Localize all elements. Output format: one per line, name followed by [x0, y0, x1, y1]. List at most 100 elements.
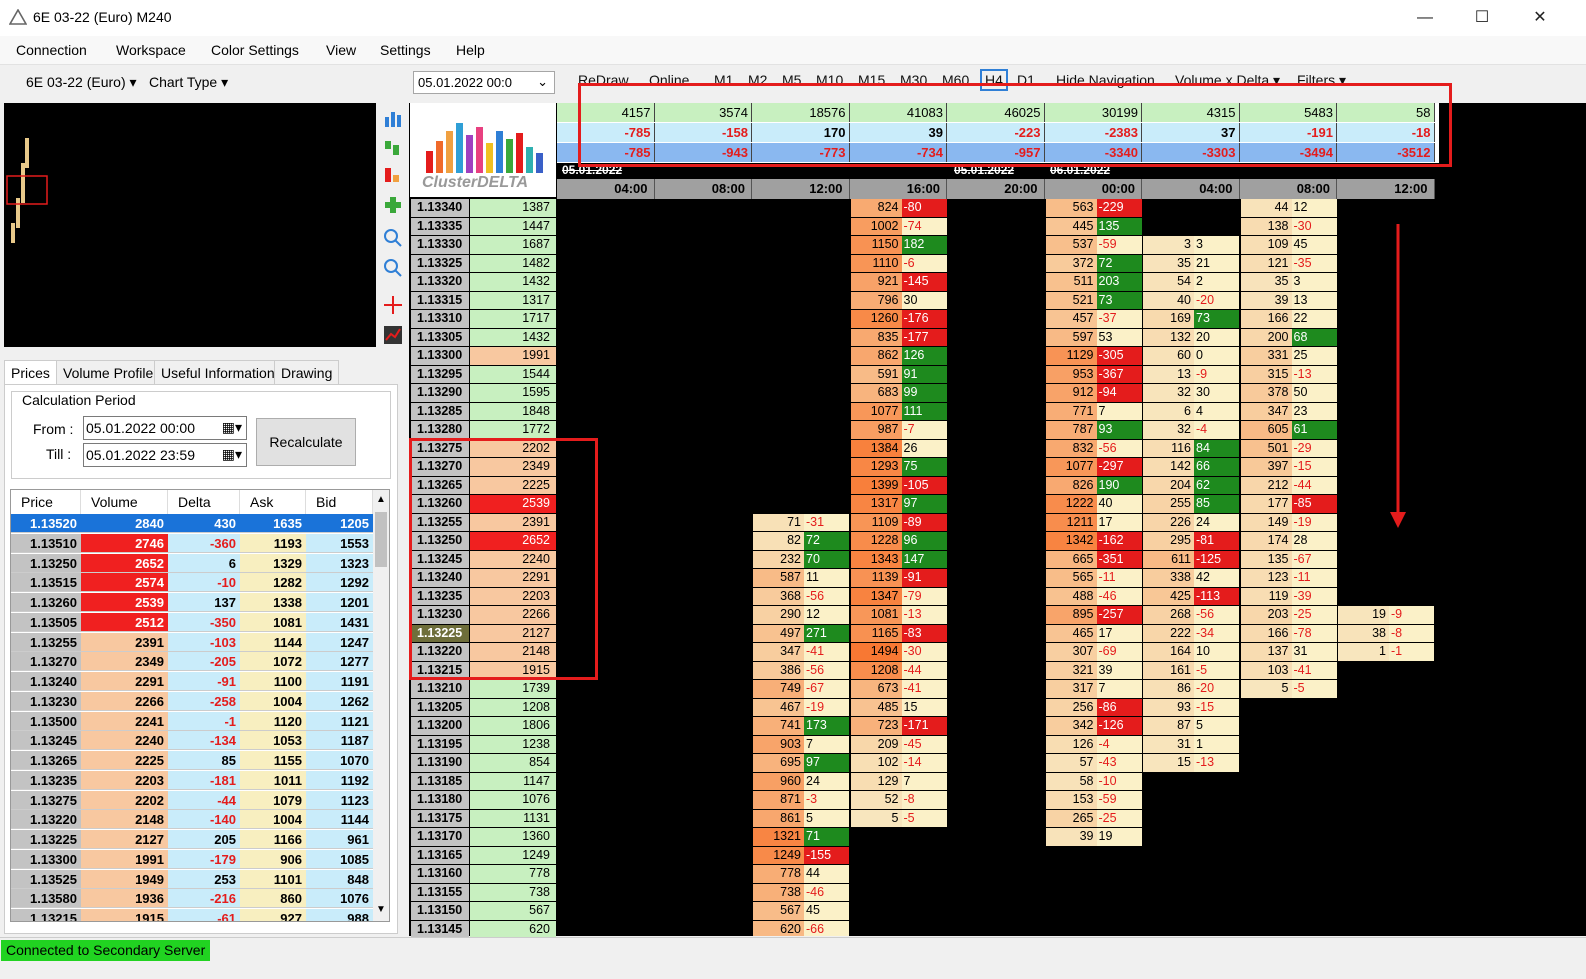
- footprint-cell[interactable]: 1129 -305: [1045, 347, 1142, 365]
- footprint-cell[interactable]: 835 -177: [850, 328, 947, 346]
- footprint-cell[interactable]: 93 -15: [1143, 698, 1239, 716]
- footprint-cell[interactable]: 5 -5: [1240, 680, 1337, 698]
- footprint-cell[interactable]: 71 -31: [753, 513, 849, 531]
- green-bars-icon[interactable]: [383, 137, 403, 157]
- table-row[interactable]: 1.13500 2241 -1 1120 1121: [11, 711, 373, 732]
- footprint-cell[interactable]: 665 -351: [1045, 550, 1142, 568]
- footprint-cell[interactable]: 372 72: [1045, 254, 1142, 272]
- footprint-cell[interactable]: 1150 182: [850, 236, 947, 254]
- footprint-cell[interactable]: 290 12: [753, 606, 849, 624]
- footprint-cell[interactable]: 605 61: [1240, 421, 1337, 439]
- footprint-cell[interactable]: 467 -19: [753, 698, 849, 716]
- table-row[interactable]: 1.13275 2202 -44 1079 1123: [11, 790, 373, 811]
- footprint-cell[interactable]: 166 -78: [1240, 624, 1337, 642]
- table-row[interactable]: 1.13580 1936 -216 860 1076: [11, 889, 373, 909]
- ladder-row[interactable]: 1.13205 1208: [409, 698, 557, 718]
- footprint-cell[interactable]: 86 -20: [1143, 680, 1239, 698]
- footprint-cell[interactable]: 203 -25: [1240, 606, 1337, 624]
- footprint-cell[interactable]: 425 -113: [1143, 587, 1239, 605]
- footprint-cell[interactable]: 587 11: [753, 569, 849, 587]
- footprint-cell[interactable]: 903 7: [753, 735, 849, 753]
- footprint-cell[interactable]: 741 173: [753, 717, 849, 735]
- footprint-cell[interactable]: 153 -59: [1045, 791, 1142, 809]
- footprint-cell[interactable]: 132 20: [1143, 328, 1239, 346]
- footprint-cell[interactable]: 204 62: [1143, 476, 1239, 494]
- footprint-cell[interactable]: 1222 40: [1045, 495, 1142, 513]
- tab-prices[interactable]: Prices: [4, 360, 57, 385]
- ladder-row[interactable]: 1.13200 1806: [409, 717, 557, 736]
- table-row[interactable]: 1.13270 2349 -205 1072 1277: [11, 652, 373, 672]
- footprint-cell[interactable]: 1249 -155: [753, 846, 849, 864]
- footprint-cell[interactable]: 137 31: [1240, 643, 1337, 661]
- ladder-row[interactable]: 1.13150 567: [409, 902, 557, 921]
- footprint-cell[interactable]: 567 45: [753, 902, 849, 920]
- ladder-row[interactable]: 1.13185 1147: [409, 772, 557, 792]
- footprint-cell[interactable]: 177 -85: [1240, 495, 1337, 513]
- ladder-row[interactable]: 1.13335 1447: [409, 217, 557, 237]
- zoom-in-icon[interactable]: [383, 228, 403, 248]
- footprint-cell[interactable]: 1110 -6: [850, 254, 947, 272]
- footprint-cell[interactable]: 342 -126: [1045, 717, 1142, 735]
- table-row[interactable]: 1.13515 2574 -10 1282 1292: [11, 573, 373, 593]
- footprint-cell[interactable]: 119 -39: [1240, 587, 1337, 605]
- footprint-cell[interactable]: 82 72: [753, 532, 849, 550]
- footprint-cell[interactable]: 87 5: [1143, 717, 1239, 735]
- footprint-cell[interactable]: 164 10: [1143, 643, 1239, 661]
- table-row[interactable]: 1.13255 2391 -103 1144 1247: [11, 632, 373, 653]
- footprint-cell[interactable]: 611 -125: [1143, 550, 1239, 568]
- footprint-cell[interactable]: 109 45: [1240, 236, 1337, 254]
- footprint-cell[interactable]: 15 -13: [1143, 754, 1239, 772]
- ladder-row[interactable]: 1.13165 1249: [409, 846, 557, 866]
- footprint-cell[interactable]: 255 85: [1143, 495, 1239, 513]
- table-row[interactable]: 1.13225 2127 205 1166 961: [11, 830, 373, 850]
- footprint-cell[interactable]: 738 -46: [753, 883, 849, 901]
- footprint-cell[interactable]: 295 -81: [1143, 532, 1239, 550]
- chevron-up-icon[interactable]: ▲: [376, 494, 386, 505]
- calendar-icon[interactable]: ▦▾: [222, 419, 242, 436]
- table-row[interactable]: 1.13235 2203 -181 1011 1192: [11, 770, 373, 791]
- footprint-cell[interactable]: 912 -94: [1045, 384, 1142, 402]
- footprint-cell[interactable]: 126 -4: [1045, 735, 1142, 753]
- footprint-cell[interactable]: 537 -59: [1045, 236, 1142, 254]
- footprint-cell[interactable]: 121 -35: [1240, 254, 1337, 272]
- footprint-cell[interactable]: 723 -171: [850, 717, 947, 735]
- from-date-field[interactable]: 05.01.2022 00:00 ▦▾: [83, 416, 247, 440]
- footprint-cell[interactable]: 1165 -83: [850, 624, 947, 642]
- footprint-cell[interactable]: 485 15: [850, 698, 947, 716]
- footprint-cell[interactable]: 347 23: [1240, 402, 1337, 420]
- mini-chart[interactable]: [4, 103, 376, 347]
- price-table-scrollbar[interactable]: ▲ ▼: [373, 490, 389, 921]
- footprint-cell[interactable]: 64: [1143, 402, 1239, 420]
- col-ask[interactable]: Ask: [240, 490, 306, 514]
- footprint-cell[interactable]: 142 66: [1143, 458, 1239, 476]
- symbol-dropdown[interactable]: 6E 03-22 (Euro) ▾: [26, 74, 137, 91]
- footprint-cell[interactable]: 39 19: [1045, 828, 1142, 846]
- footprint-cell[interactable]: 35 3: [1240, 273, 1337, 291]
- footprint-cell[interactable]: 44 12: [1240, 199, 1337, 217]
- footprint-cell[interactable]: 1494 -30: [850, 643, 947, 661]
- menu-connection[interactable]: Connection: [16, 42, 87, 58]
- footprint-cell[interactable]: 58 -10: [1045, 772, 1142, 790]
- col-price[interactable]: Price: [11, 490, 81, 514]
- calendar-icon[interactable]: ▦▾: [222, 446, 242, 463]
- footprint-cell[interactable]: 397 -15: [1240, 458, 1337, 476]
- footprint-cell[interactable]: 256 -86: [1045, 698, 1142, 716]
- footprint-cell[interactable]: 987 -7: [850, 421, 947, 439]
- footprint-cell[interactable]: 771 7: [1045, 402, 1142, 420]
- chart-type-dropdown[interactable]: Chart Type ▾: [149, 74, 228, 91]
- footprint-cell[interactable]: 31 1: [1143, 735, 1239, 753]
- footprint-cell[interactable]: 32 30: [1143, 384, 1239, 402]
- footprint-cell[interactable]: 123 -11: [1240, 569, 1337, 587]
- footprint-cell[interactable]: 1 -1: [1338, 643, 1434, 661]
- footprint-cell[interactable]: 597 53: [1045, 328, 1142, 346]
- footprint-cell[interactable]: 497 271: [753, 624, 849, 642]
- scroll-thumb[interactable]: [375, 512, 387, 567]
- footprint-cell[interactable]: 1077 -297: [1045, 458, 1142, 476]
- table-row[interactable]: 1.13300 1991 -179 906 1085: [11, 849, 373, 870]
- footprint-cell[interactable]: 232 70: [753, 550, 849, 568]
- ladder-row[interactable]: 1.13285 1848: [409, 402, 557, 422]
- footprint-cell[interactable]: 138 -30: [1240, 217, 1337, 235]
- footprint-cell[interactable]: 1347 -79: [850, 587, 947, 605]
- footprint-cell[interactable]: 1077 111: [850, 402, 947, 420]
- footprint-cell[interactable]: 871 -3: [753, 791, 849, 809]
